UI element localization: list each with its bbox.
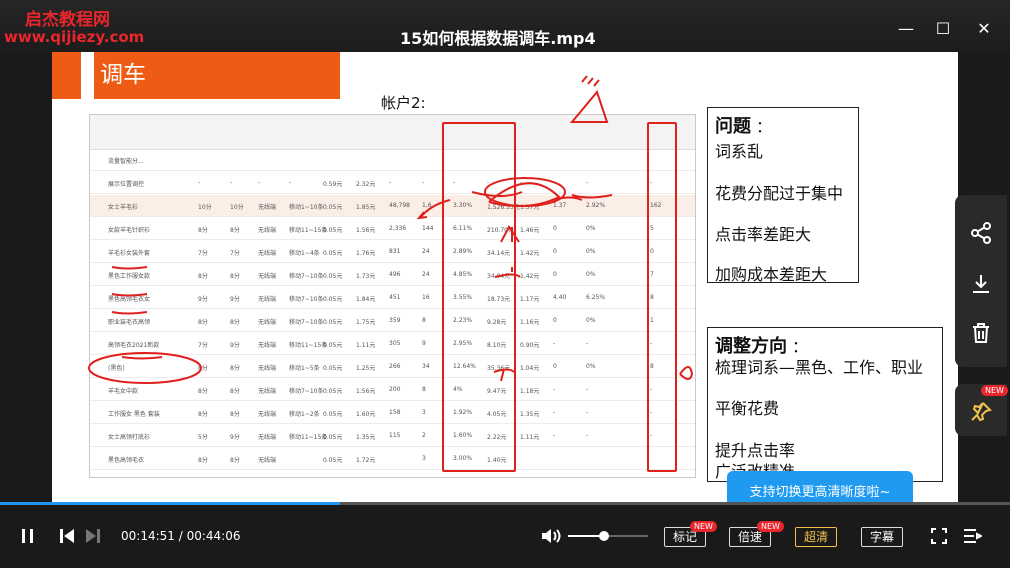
fullscreen-icon <box>931 528 947 544</box>
adjust-item: 梳理词系—黑色、工作、职业 <box>715 358 924 377</box>
watermark-url: www.qijiezy.com <box>4 28 145 46</box>
title-bar: 启杰教程网 www.qijiezy.com 15如何根据数据调车.mp4 — ☐… <box>0 0 1010 52</box>
volume-knob[interactable] <box>599 531 609 541</box>
playlist-icon <box>964 529 984 543</box>
problem-item: 点击率差距大 <box>715 225 812 244</box>
maximize-icon: ☐ <box>935 19 951 38</box>
volume-slider[interactable] <box>568 531 648 541</box>
video-title: 15如何根据数据调车.mp4 <box>400 29 596 48</box>
previous-button[interactable] <box>58 527 76 549</box>
video-frame[interactable]: 调车 帐户2: 流量智能分... 展示位置调控 - - - -0.59元 2.32元 - - - -… <box>52 52 958 502</box>
problems-colon: ： <box>756 117 773 136</box>
next-button[interactable] <box>84 527 102 549</box>
time-display: 00:14:51 / 00:44:06 <box>121 529 240 543</box>
delete-icon[interactable] <box>969 321 993 345</box>
problem-item: 词系乱 <box>715 142 764 161</box>
current-time: 00:14:51 <box>121 529 175 543</box>
problem-item: 花费分配过于集中 <box>715 184 844 203</box>
subtitle-label: 字幕 <box>870 530 895 544</box>
fullscreen-button[interactable] <box>930 527 948 549</box>
adjustment-note: 调整方向 ： 梳理词系—黑色、工作、职业 平衡花费 提升点击率 广泛改精准 <box>707 327 943 482</box>
speed-new-badge: NEW <box>757 521 784 532</box>
mark-new-badge: NEW <box>690 521 717 532</box>
playlist-button[interactable] <box>962 527 984 549</box>
side-tool-panel <box>955 195 1007 367</box>
problem-item: 加购成本差距大 <box>715 265 828 284</box>
share-icon[interactable] <box>969 221 993 245</box>
quality-button[interactable]: 超清 <box>795 527 838 547</box>
volume-button[interactable] <box>540 527 562 549</box>
minimize-icon: — <box>898 19 914 38</box>
new-badge: NEW <box>981 385 1008 396</box>
annotation-triangle-mark <box>569 89 609 123</box>
problems-heading: 问题 <box>715 116 751 137</box>
pause-icon <box>22 529 33 543</box>
quality-label: 超清 <box>804 530 829 544</box>
total-time: 00:44:06 <box>186 529 241 543</box>
mark-label: 标记 <box>673 530 698 544</box>
player-controls: 00:14:51 / 00:44:06 标记 NEW 倍速 NEW 超清 字幕 <box>0 505 1010 568</box>
watermark-name: 启杰教程网 <box>25 10 110 30</box>
previous-icon <box>60 529 74 543</box>
download-icon[interactable] <box>969 272 993 296</box>
pin-icon[interactable] <box>969 400 993 424</box>
problems-note: 问题 ： 词系乱 花费分配过于集中 点击率差距大 加购成本差距大 <box>707 107 859 284</box>
close-icon: ✕ <box>977 19 991 38</box>
volume-icon <box>542 529 561 543</box>
next-icon <box>86 529 100 543</box>
speed-label: 倍速 <box>738 530 763 544</box>
subtitle-button[interactable]: 字幕 <box>861 527 904 547</box>
side-pin-panel: NEW <box>955 384 1008 436</box>
close-button[interactable]: ✕ <box>973 18 995 40</box>
pause-button[interactable] <box>20 527 36 549</box>
minimize-button[interactable]: — <box>895 18 917 40</box>
time-separator: / <box>174 529 187 543</box>
adjust-item: 平衡花费 <box>715 399 780 418</box>
maximize-button[interactable]: ☐ <box>932 18 954 40</box>
